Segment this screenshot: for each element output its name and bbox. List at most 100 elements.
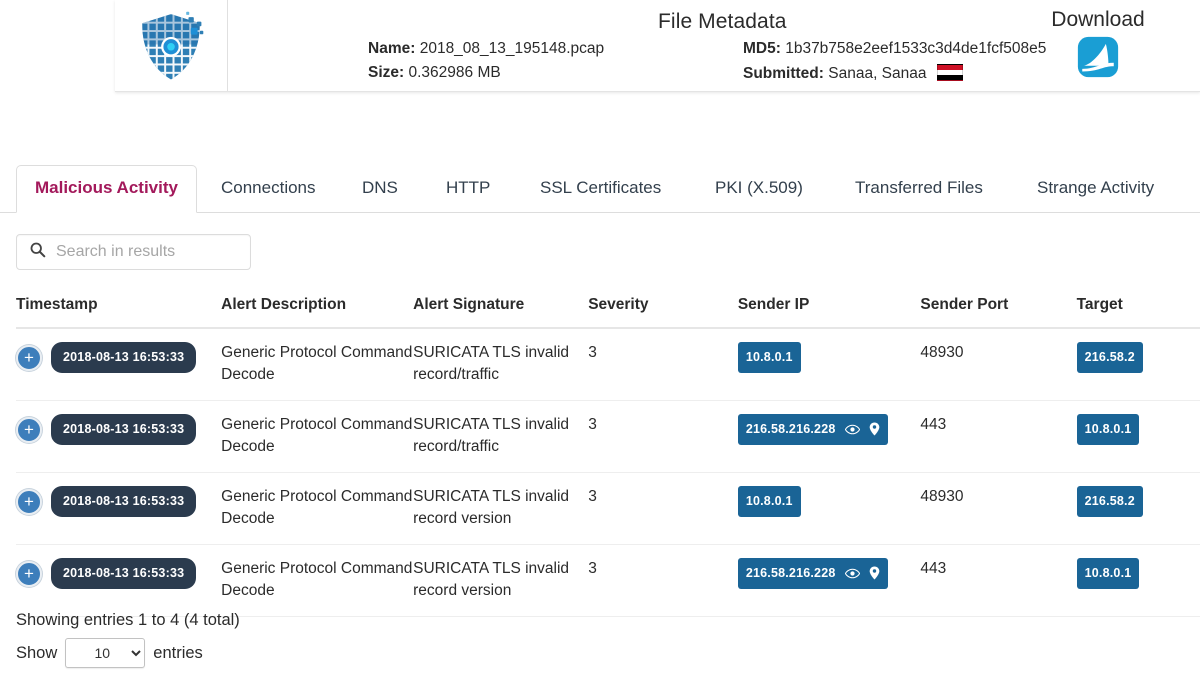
cell-sender-ip: 10.8.0.1 xyxy=(737,486,921,517)
cell-severity: 3 xyxy=(588,344,597,361)
tab-malicious-activity[interactable]: Malicious Activity xyxy=(16,165,197,213)
file-submitted-value: Sanaa, Sanaa xyxy=(828,65,927,82)
sender-ip-value: 10.8.0.1 xyxy=(745,350,793,364)
cell-sender-ip: 10.8.0.1 xyxy=(737,342,921,373)
page-length-select[interactable]: 102550100 xyxy=(65,638,146,668)
target-ip-badge[interactable]: 10.8.0.1 xyxy=(1076,558,1140,589)
cell-target-ip: 216.58.2 xyxy=(1076,486,1200,517)
cell-sender-port: 443 xyxy=(920,560,947,577)
show-label: Show xyxy=(16,643,58,662)
cell-sender-ip: 216.58.216.228 xyxy=(737,414,921,445)
file-md5-row: MD5: 1b37b758e2eef1533c3d4de1fcf508e5 xyxy=(743,40,1046,58)
main-tabs: Malicious Activity Connections DNS HTTP … xyxy=(0,158,1200,213)
sender-ip-badge[interactable]: 10.8.0.1 xyxy=(737,342,801,373)
file-md5-label: MD5: xyxy=(743,40,781,57)
cell-alert-description: Generic Protocol Command Decode xyxy=(221,560,413,599)
tab-ssl-certificates[interactable]: SSL Certificates xyxy=(522,166,679,212)
tab-transferred-files[interactable]: Transferred Files xyxy=(837,166,1001,212)
entries-label: entries xyxy=(153,643,203,662)
eye-icon[interactable] xyxy=(844,568,860,579)
column-header-severity[interactable]: Severity xyxy=(588,296,738,314)
table-footer: Showing entries 1 to 4 (4 total) Show 10… xyxy=(16,611,240,668)
cell-timestamp: + 2018-08-13 16:53:33 xyxy=(16,342,221,373)
column-header-alert-signature[interactable]: Alert Signature xyxy=(413,296,588,314)
expand-row-button[interactable]: + xyxy=(16,560,42,587)
sender-ip-value: 10.8.0.1 xyxy=(745,494,793,508)
timestamp-badge: 2018-08-13 16:53:33 xyxy=(51,342,197,373)
file-size-value: 0.362986 MB xyxy=(408,64,501,81)
file-name-value: 2018_08_13_195148.pcap xyxy=(419,40,605,57)
file-md5-value: 1b37b758e2eef1533c3d4de1fcf508e5 xyxy=(785,40,1047,57)
cell-timestamp: + 2018-08-13 16:53:33 xyxy=(16,558,221,589)
cell-sender-ip: 216.58.216.228 xyxy=(737,558,921,589)
target-ip-value: 216.58.2 xyxy=(1084,350,1135,364)
shield-dots-logo-icon xyxy=(133,8,209,84)
tab-connections[interactable]: Connections xyxy=(203,166,334,212)
cell-alert-description: Generic Protocol Command Decode xyxy=(221,416,413,455)
sender-ip-value: 216.58.216.228 xyxy=(745,566,836,580)
malicious-activity-table: Timestamp Alert Description Alert Signat… xyxy=(16,296,1200,617)
map-pin-icon[interactable] xyxy=(869,422,880,436)
cell-severity: 3 xyxy=(588,488,597,505)
table-row: + 2018-08-13 16:53:33 Generic Protocol C… xyxy=(16,545,1200,617)
timestamp-badge: 2018-08-13 16:53:33 xyxy=(51,486,197,517)
cell-target-ip: 10.8.0.1 xyxy=(1076,558,1200,589)
cell-target-ip: 216.58.2 xyxy=(1076,342,1200,373)
search-box[interactable] xyxy=(16,234,251,270)
sender-ip-badge[interactable]: 10.8.0.1 xyxy=(737,486,801,517)
file-submitted-row: Submitted: Sanaa, Sanaa xyxy=(743,64,963,83)
timestamp-badge: 2018-08-13 16:53:33 xyxy=(51,558,197,589)
metadata-body: File Metadata Name: 2018_08_13_195148.pc… xyxy=(228,0,1200,91)
cell-severity: 3 xyxy=(588,416,597,433)
sender-ip-value: 216.58.216.228 xyxy=(745,422,836,436)
download-label: Download xyxy=(1051,8,1145,31)
showing-entries-text: Showing entries 1 to 4 (4 total) xyxy=(16,611,240,629)
column-header-timestamp[interactable]: Timestamp xyxy=(16,296,221,314)
file-size-row: Size: 0.362986 MB xyxy=(368,64,501,82)
app-logo-cell xyxy=(115,0,228,91)
tab-strange-activity[interactable]: Strange Activity xyxy=(1019,166,1172,212)
file-name-row: Name: 2018_08_13_195148.pcap xyxy=(368,40,604,58)
target-ip-value: 10.8.0.1 xyxy=(1084,566,1132,580)
table-header-row: Timestamp Alert Description Alert Signat… xyxy=(16,296,1200,329)
column-header-target[interactable]: Target xyxy=(1077,296,1200,314)
target-ip-value: 10.8.0.1 xyxy=(1084,422,1132,436)
cell-alert-signature: SURICATA TLS invalid record/traffic xyxy=(413,344,570,383)
sender-ip-badge[interactable]: 216.58.216.228 xyxy=(737,558,888,589)
map-pin-icon[interactable] xyxy=(869,566,880,580)
target-ip-badge[interactable]: 216.58.2 xyxy=(1076,486,1143,517)
cell-timestamp: + 2018-08-13 16:53:33 xyxy=(16,486,221,517)
target-ip-badge[interactable]: 10.8.0.1 xyxy=(1076,414,1140,445)
sender-ip-badge[interactable]: 216.58.216.228 xyxy=(737,414,888,445)
expand-row-button[interactable]: + xyxy=(16,488,42,515)
file-name-label: Name: xyxy=(368,40,416,57)
table-row: + 2018-08-13 16:53:33 Generic Protocol C… xyxy=(16,473,1200,545)
tab-dns[interactable]: DNS xyxy=(344,166,416,212)
cell-sender-port: 48930 xyxy=(920,344,964,361)
cell-severity: 3 xyxy=(588,560,597,577)
target-ip-badge[interactable]: 216.58.2 xyxy=(1076,342,1143,373)
yemen-flag-icon xyxy=(936,64,963,81)
cell-sender-port: 443 xyxy=(920,416,947,433)
cell-alert-signature: SURICATA TLS invalid record version xyxy=(413,488,570,527)
expand-row-button[interactable]: + xyxy=(16,344,42,371)
cell-alert-signature: SURICATA TLS invalid record version xyxy=(413,560,570,599)
cell-alert-description: Generic Protocol Command Decode xyxy=(221,488,413,527)
expand-row-button[interactable]: + xyxy=(16,416,42,443)
cell-sender-port: 48930 xyxy=(920,488,964,505)
cell-timestamp: + 2018-08-13 16:53:33 xyxy=(16,414,221,445)
table-row: + 2018-08-13 16:53:33 Generic Protocol C… xyxy=(16,401,1200,473)
wireshark-icon[interactable] xyxy=(1077,36,1119,82)
table-row: + 2018-08-13 16:53:33 Generic Protocol C… xyxy=(16,329,1200,401)
column-header-sender-ip[interactable]: Sender IP xyxy=(738,296,921,314)
tab-http[interactable]: HTTP xyxy=(428,166,508,212)
tab-pki-x509[interactable]: PKI (X.509) xyxy=(697,166,821,212)
eye-icon[interactable] xyxy=(844,424,860,435)
column-header-sender-port[interactable]: Sender Port xyxy=(920,296,1076,314)
download-button[interactable]: Download xyxy=(1018,8,1178,83)
search-input[interactable] xyxy=(54,242,224,262)
file-size-label: Size: xyxy=(368,64,405,81)
cell-alert-signature: SURICATA TLS invalid record/traffic xyxy=(413,416,570,455)
file-submitted-label: Submitted: xyxy=(743,65,824,82)
column-header-alert-description[interactable]: Alert Description xyxy=(221,296,413,314)
